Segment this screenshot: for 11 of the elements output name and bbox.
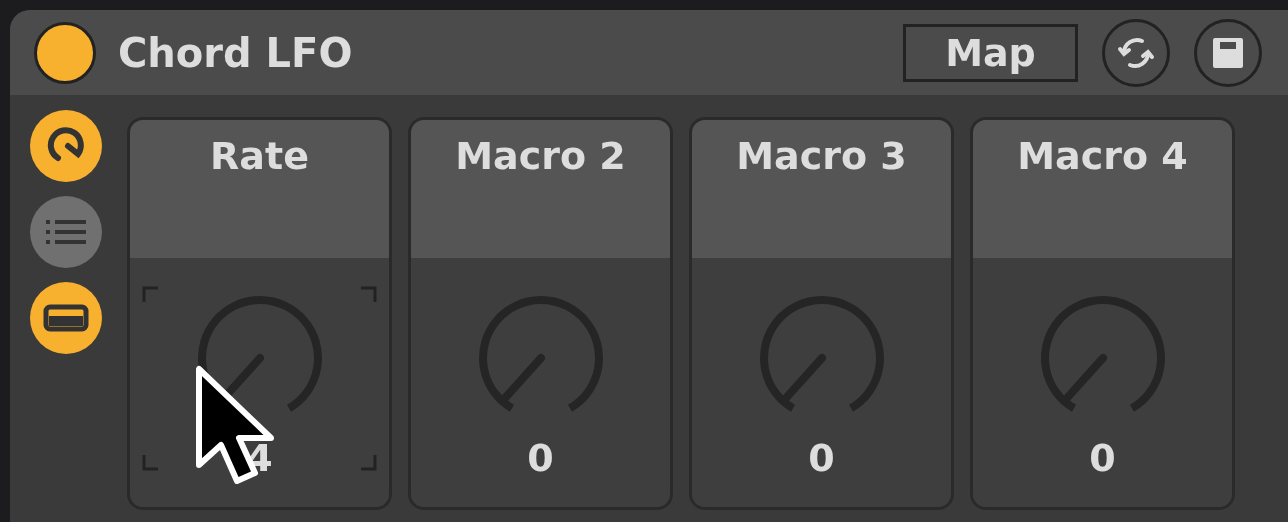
macro-label: Macro 3 xyxy=(736,134,907,180)
device-title: Chord LFO xyxy=(118,29,353,76)
panel-icon xyxy=(43,304,89,332)
macro-value: 0 xyxy=(1089,436,1116,480)
map-button[interactable]: Map xyxy=(903,23,1078,82)
macro-value: 0 xyxy=(527,436,554,480)
macro-label: Macro 4 xyxy=(1017,134,1188,180)
macro-label: Macro 2 xyxy=(455,134,626,180)
list-icon xyxy=(46,217,86,247)
macro-label: Rate xyxy=(210,134,309,180)
macro-value: 0 xyxy=(808,436,835,480)
